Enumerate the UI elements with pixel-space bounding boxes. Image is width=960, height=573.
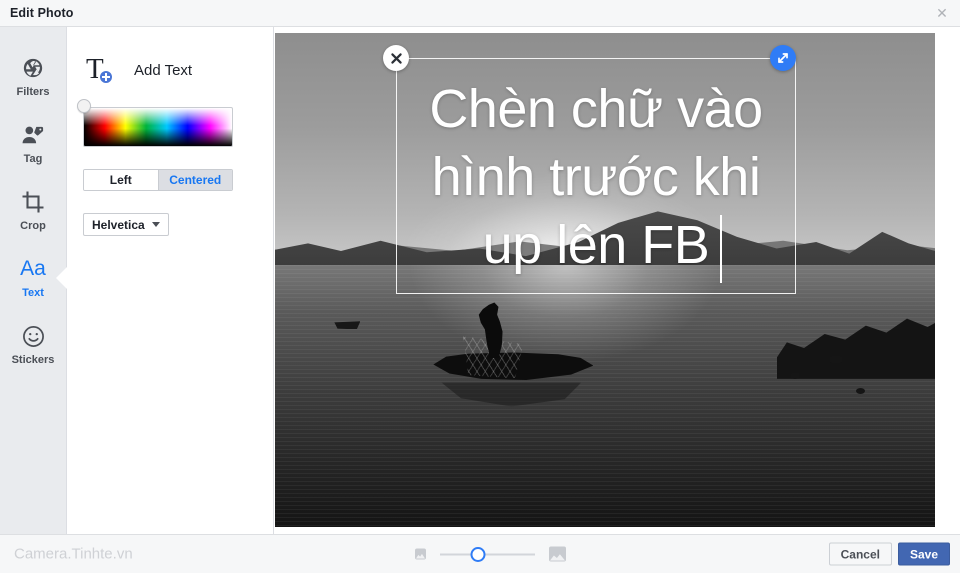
add-text-button[interactable]: T Add Text [86, 55, 273, 85]
edit-photo-dialog: Edit Photo ✕ Filters Tag Crop Aa Text St… [0, 0, 960, 573]
close-x-icon[interactable] [383, 45, 409, 71]
slider-track[interactable] [440, 546, 535, 562]
image-large-icon[interactable] [549, 546, 566, 562]
fisherman-boat [433, 288, 603, 408]
close-icon[interactable]: ✕ [932, 3, 952, 23]
aperture-icon [22, 55, 44, 81]
sidebar: Filters Tag Crop Aa Text Stickers [0, 27, 67, 534]
color-picker-knob[interactable] [77, 99, 91, 113]
save-button[interactable]: Save [897, 542, 950, 566]
resize-diagonal-icon[interactable] [770, 45, 796, 71]
footer-bar: Camera.Tinhte.vn Cancel Save [0, 534, 960, 573]
rock-detail [789, 371, 800, 379]
chevron-down-icon [151, 222, 160, 227]
sidebar-item-text[interactable]: Aa Text [0, 244, 66, 311]
sidebar-item-label: Tag [23, 153, 43, 165]
sidebar-item-filters[interactable]: Filters [0, 43, 66, 110]
cancel-button[interactable]: Cancel [828, 542, 892, 566]
sidebar-item-label: Text [22, 287, 44, 299]
sidebar-item-stickers[interactable]: Stickers [0, 311, 66, 378]
sidebar-item-crop[interactable]: Crop [0, 177, 66, 244]
align-left-button[interactable]: Left [84, 170, 158, 190]
boat-reflection [441, 382, 582, 407]
slider-thumb[interactable] [470, 546, 486, 562]
color-picker[interactable] [77, 99, 233, 147]
person-tag-icon [21, 122, 45, 148]
text-size-slider [415, 546, 566, 562]
aa-text-icon: Aa [20, 257, 46, 280]
text-overlay[interactable]: Chèn chữ vào hình trước khi up lên FB [396, 75, 796, 279]
smiley-icon [22, 323, 45, 349]
watermark: Camera.Tinhte.vn [14, 545, 133, 563]
page-title: Edit Photo [10, 6, 74, 20]
photo-canvas[interactable]: Chèn chữ vào hình trước khi up lên FB [275, 33, 935, 527]
font-family-select[interactable]: Helvetica [83, 213, 169, 236]
sidebar-item-label: Crop [20, 220, 46, 232]
alignment-toggle: Left Centered [83, 169, 233, 191]
rock-detail [855, 387, 865, 394]
crop-icon [21, 189, 45, 215]
sidebar-item-label: Filters [16, 86, 50, 98]
align-centered-button[interactable]: Centered [157, 170, 232, 190]
add-text-label: Add Text [134, 61, 193, 79]
footer-actions: Cancel Save [828, 542, 950, 566]
text-options-panel: T Add Text Left Centered Helvetica [68, 27, 274, 534]
text-cursor [720, 215, 722, 283]
dialog-titlebar: Edit Photo ✕ [0, 0, 960, 27]
text-plus-icon: T [86, 55, 116, 85]
sidebar-item-label: Stickers [11, 354, 55, 366]
image-small-icon[interactable] [415, 548, 426, 560]
water-region [275, 265, 935, 527]
sidebar-item-tag[interactable]: Tag [0, 110, 66, 177]
color-gradient-picker[interactable] [83, 107, 233, 147]
font-family-value: Helvetica [92, 217, 145, 232]
